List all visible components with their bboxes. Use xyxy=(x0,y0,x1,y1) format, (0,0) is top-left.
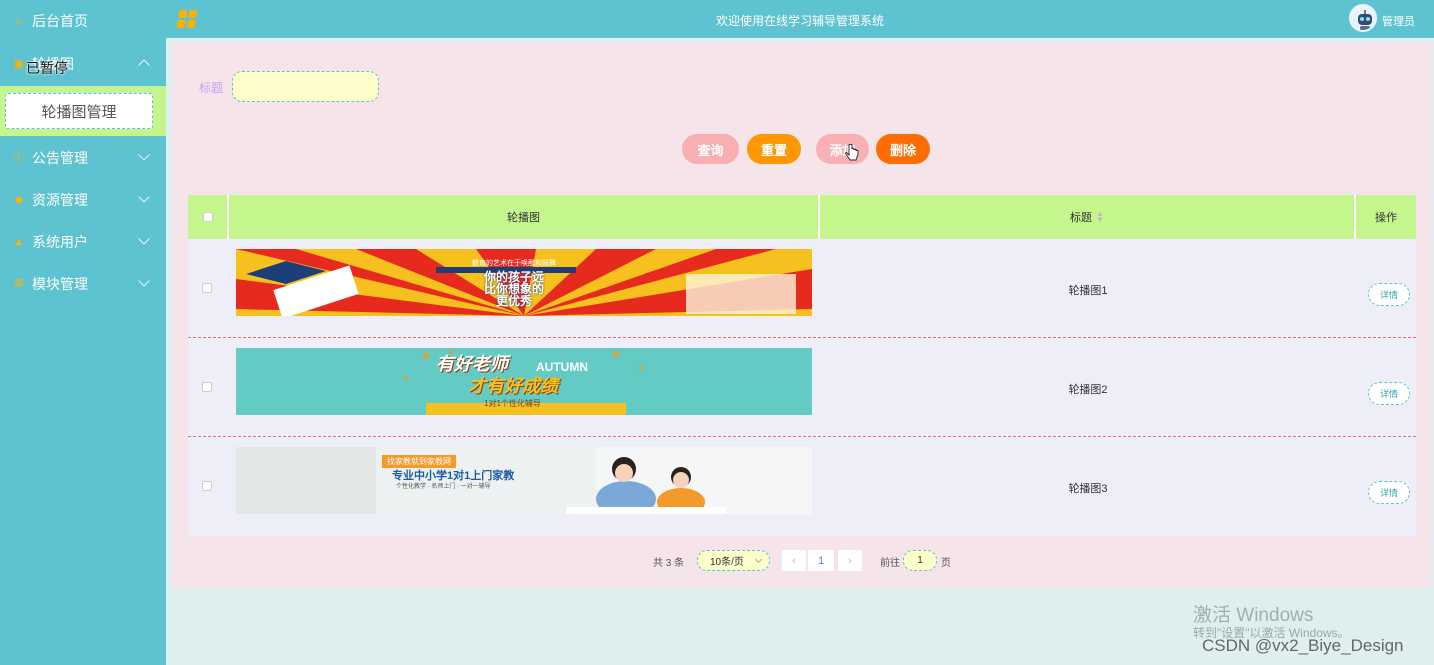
column-header-title[interactable]: 标题 ▲ ▼ xyxy=(820,195,1356,239)
row-checkbox[interactable] xyxy=(202,283,212,293)
chevron-down-icon xyxy=(138,275,150,287)
banner-headline: 才有好成绩 xyxy=(468,376,558,396)
detail-button[interactable]: 详情 xyxy=(1368,481,1410,504)
table-row: 有好老师 AUTUMN 才有好成绩 1对1个性化辅导 轮播图2 详情 xyxy=(188,338,1416,437)
banner-line: 更优秀 xyxy=(495,294,532,308)
banner-subline: 个性化教学 · 名师上门 · 一对一辅导 xyxy=(396,484,491,490)
goto-page-input[interactable]: 1 xyxy=(903,550,937,571)
sidebar-item-home[interactable]: ⌂ 后台首页 xyxy=(0,0,166,42)
chevron-down-icon xyxy=(138,233,150,245)
page-suffix-label: 页 xyxy=(941,558,951,569)
home-icon: ⌂ xyxy=(15,15,23,27)
banner-image-2: 有好老师 AUTUMN 才有好成绩 1对1个性化辅导 xyxy=(236,348,812,415)
chevron-down-icon xyxy=(754,555,763,564)
banner-image-1: 教育的艺术在于唤醒和鼓舞 你的孩子远 比你想象的 更优秀 xyxy=(236,249,812,316)
paused-overlay-text: 已暂停 xyxy=(26,60,68,76)
row-title: 轮播图1 xyxy=(1068,285,1108,297)
sidebar-item-label: 后台首页 xyxy=(32,13,88,29)
select-all-cell xyxy=(188,195,229,239)
page-title: 欢迎使用在线学习辅导管理系统 xyxy=(715,14,884,28)
sort-icon[interactable]: ▲ ▼ xyxy=(1096,210,1104,224)
username-label[interactable]: 管理员 xyxy=(1382,13,1415,29)
row-title: 轮播图2 xyxy=(1068,384,1108,396)
chevron-left-icon: ‹ xyxy=(792,554,796,567)
image-icon: ▣ xyxy=(13,58,25,70)
column-header-actions: 操作 xyxy=(1375,212,1397,224)
sidebar: ⌂ 后台首页 ▣ 轮播图 已暂停 轮播图管理 ⓘ 公告管理 ◆ 资源管理 ▲ 系… xyxy=(0,0,166,665)
chevron-down-icon xyxy=(138,149,150,161)
sidebar-item-users[interactable]: ▲ 系统用户 xyxy=(0,221,166,263)
select-all-checkbox[interactable] xyxy=(202,212,213,222)
pagination-total: 共 3 条 xyxy=(653,558,685,569)
table-row: 教育的艺术在于唤醒和鼓舞 你的孩子远 比你想象的 更优秀 轮播图1 详情 xyxy=(188,239,1416,338)
banner-subline: 1对1个性化辅导 xyxy=(484,399,541,408)
avatar[interactable] xyxy=(1349,4,1377,32)
delete-button[interactable]: 删除 xyxy=(876,134,930,164)
row-checkbox[interactable] xyxy=(202,382,212,392)
chevron-right-icon: › xyxy=(848,554,852,567)
hand-cursor-icon xyxy=(845,144,859,161)
table-row: 找家教就到家教网 专业中小学1对1上门家教 个性化教学 · 名师上门 · 一对一… xyxy=(188,437,1416,536)
next-page-button[interactable]: › xyxy=(838,550,862,571)
search-title-label: 标题 xyxy=(199,81,224,95)
windows-activation-title: 激活 Windows xyxy=(1193,605,1314,626)
search-title-input[interactable] xyxy=(232,71,379,102)
sidebar-item-label: 资源管理 xyxy=(32,192,88,208)
sidebar-item-carousel[interactable]: ▣ 轮播图 xyxy=(0,43,166,85)
detail-button[interactable]: 详情 xyxy=(1368,283,1410,306)
add-button[interactable]: 添加 xyxy=(816,134,869,164)
row-title: 轮播图3 xyxy=(1068,483,1108,495)
resource-icon: ◆ xyxy=(14,194,24,206)
submenu: 轮播图管理 xyxy=(0,86,166,136)
prev-page-button[interactable]: ‹ xyxy=(782,550,806,571)
query-button[interactable]: 查询 xyxy=(682,134,739,164)
sidebar-item-notice[interactable]: ⓘ 公告管理 xyxy=(0,137,166,179)
sidebar-item-label: 系统用户 xyxy=(32,234,88,250)
sidebar-item-resource[interactable]: ◆ 资源管理 xyxy=(0,179,166,221)
column-header-image: 轮播图 xyxy=(229,195,820,239)
top-header: 欢迎使用在线学习辅导管理系统 管理员 xyxy=(166,0,1434,38)
chevron-up-icon xyxy=(138,59,150,71)
current-page[interactable]: 1 xyxy=(808,550,834,571)
page-size-select[interactable]: 10条/页 xyxy=(697,550,770,571)
module-icon: ⌘ xyxy=(13,278,25,290)
banner-tagline: 教育的艺术在于唤醒和鼓舞 xyxy=(472,260,556,267)
banner-image-3: 找家教就到家教网 专业中小学1对1上门家教 个性化教学 · 名师上门 · 一对一… xyxy=(236,447,812,514)
banner-headline: 你的孩子远 比你想象的 更优秀 xyxy=(448,271,580,307)
sidebar-item-label: 公告管理 xyxy=(32,150,88,166)
user-icon: ▲ xyxy=(13,236,25,248)
row-checkbox[interactable] xyxy=(202,481,212,491)
data-table: 轮播图 标题 ▲ ▼ 操作 教育的艺术在于唤醒和鼓舞 你的孩子远 比你想象的 更… xyxy=(188,195,1416,536)
chevron-down-icon xyxy=(138,191,150,203)
csdn-watermark: CSDN @vx2_Biye_Design xyxy=(1202,636,1404,655)
detail-button[interactable]: 详情 xyxy=(1368,382,1410,405)
goto-label: 前往 xyxy=(880,558,900,569)
sidebar-subitem-carousel-manage[interactable]: 轮播图管理 xyxy=(5,93,153,129)
sidebar-item-label: 模块管理 xyxy=(32,276,88,292)
notice-icon: ⓘ xyxy=(13,152,25,164)
sidebar-item-modules[interactable]: ⌘ 模块管理 xyxy=(0,263,166,305)
column-title-label: 标题 xyxy=(1070,212,1093,224)
page-size-value: 10条/页 xyxy=(710,557,744,568)
reset-button[interactable]: 重置 xyxy=(747,134,801,164)
table-header: 轮播图 标题 ▲ ▼ 操作 xyxy=(188,195,1416,239)
